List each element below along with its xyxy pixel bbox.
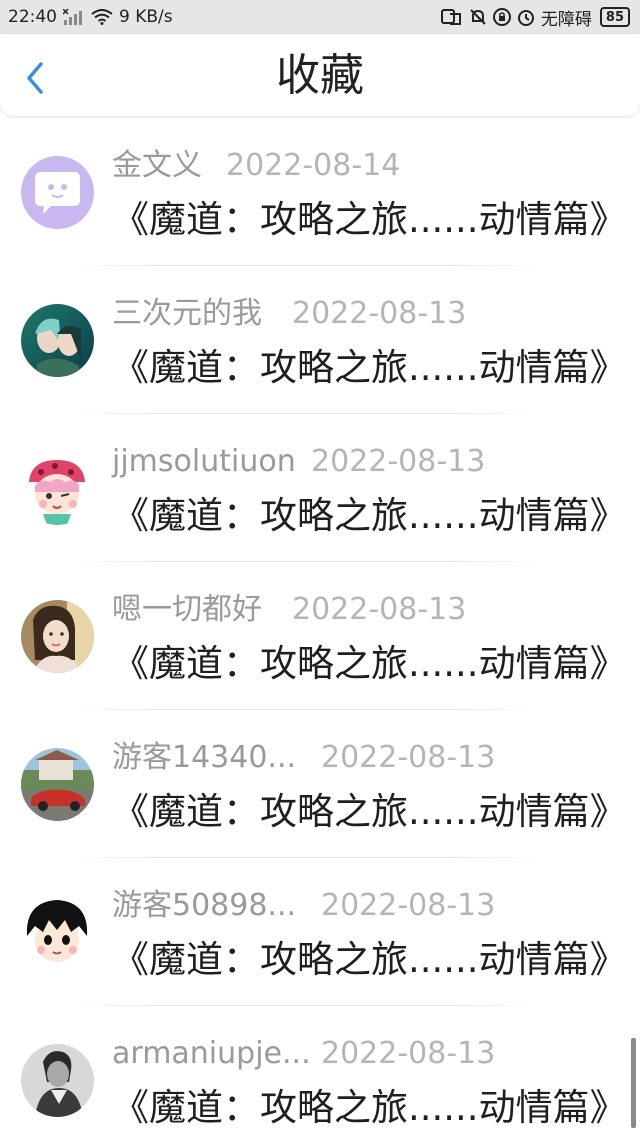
list-item[interactable]: 三次元的我 2022-08-13 《魔道：攻略之旅......动情篇》 — [0, 266, 640, 414]
network-speed: 9 KB/s — [119, 7, 173, 27]
wifi-icon — [91, 9, 113, 25]
item-title[interactable]: 《魔道：攻略之旅......动情篇》 — [112, 640, 627, 688]
cartoon-girl-avatar-icon — [21, 452, 94, 525]
date: 2022-08-14 — [226, 148, 401, 183]
username: 游客50898... — [112, 888, 297, 923]
avatar[interactable] — [21, 600, 94, 673]
default-chat-avatar-icon — [21, 156, 94, 229]
scrollbar[interactable] — [631, 1038, 636, 1128]
battery-icon: 85 — [599, 7, 630, 27]
page-title: 收藏 — [276, 50, 364, 101]
username: 嗯一切都好 — [112, 592, 262, 627]
username: 游客14340... — [112, 740, 297, 775]
battery-level: 85 — [605, 9, 624, 25]
bell-off-icon — [469, 8, 487, 26]
avatar[interactable] — [21, 748, 94, 821]
date: 2022-08-13 — [311, 444, 486, 479]
date: 2022-08-13 — [292, 296, 467, 331]
status-bar-right: 无障碍 85 — [440, 5, 630, 30]
list-item[interactable]: 游客50898... 2022-08-13 《魔道：攻略之旅......动情篇》 — [0, 858, 640, 1006]
avatar[interactable] — [21, 156, 94, 229]
anime-couple-avatar-icon — [21, 304, 94, 377]
cartoon-boy-avatar-icon — [21, 896, 94, 969]
item-meta: jjmsolutiuon 2022-08-13 — [112, 442, 485, 482]
date: 2022-08-13 — [321, 740, 496, 775]
accessibility-label: 无障碍 — [540, 9, 592, 30]
list-item[interactable]: 金文义 2022-08-14 《魔道：攻略之旅......动情篇》 — [0, 118, 640, 266]
item-title[interactable]: 《魔道：攻略之旅......动情篇》 — [112, 1084, 627, 1132]
item-title[interactable]: 《魔道：攻略之旅......动情篇》 — [112, 196, 627, 244]
item-title[interactable]: 《魔道：攻略之旅......动情篇》 — [112, 788, 627, 836]
lock-circle-icon — [492, 8, 511, 26]
date: 2022-08-13 — [321, 888, 496, 923]
bw-photo-avatar-icon — [21, 1044, 94, 1117]
status-time: 22:40 — [8, 7, 57, 27]
username: 三次元的我 — [112, 296, 262, 331]
item-meta: 游客14340... 2022-08-13 — [112, 738, 495, 778]
avatar[interactable] — [21, 896, 94, 969]
list-item[interactable]: armaniupje... 2022-08-13 《魔道：攻略之旅......动… — [0, 1006, 640, 1138]
item-title[interactable]: 《魔道：攻略之旅......动情篇》 — [112, 344, 627, 392]
date: 2022-08-13 — [292, 592, 467, 627]
username: armaniupje... — [112, 1036, 311, 1071]
photo-woman-avatar-icon — [21, 600, 94, 673]
favorites-list: 金文义 2022-08-14 《魔道：攻略之旅......动情篇》 三次元的我 … — [0, 118, 640, 1138]
list-item[interactable]: 游客14340... 2022-08-13 《魔道：攻略之旅......动情篇》 — [0, 710, 640, 858]
username: jjmsolutiuon — [112, 444, 296, 479]
item-title[interactable]: 《魔道：攻略之旅......动情篇》 — [112, 936, 627, 984]
item-meta: 金文义 2022-08-14 — [112, 146, 400, 186]
date: 2022-08-13 — [321, 1036, 496, 1071]
item-title[interactable]: 《魔道：攻略之旅......动情篇》 — [112, 492, 627, 540]
list-item[interactable]: 嗯一切都好 2022-08-13 《魔道：攻略之旅......动情篇》 — [0, 562, 640, 710]
item-meta: armaniupje... 2022-08-13 — [112, 1034, 495, 1074]
signal-icon — [63, 9, 85, 25]
car-photo-avatar-icon — [21, 748, 94, 821]
avatar[interactable] — [21, 452, 94, 525]
status-bar-left: 22:40 9 KB/s — [8, 7, 173, 27]
item-meta: 三次元的我 2022-08-13 — [112, 294, 466, 334]
list-item[interactable]: jjmsolutiuon 2022-08-13 《魔道：攻略之旅......动情… — [0, 414, 640, 562]
avatar[interactable] — [21, 1044, 94, 1117]
translate-icon — [440, 8, 463, 26]
status-bar: 22:40 9 KB/s 无障碍 85 — [0, 0, 640, 34]
header-bar: 收藏 — [0, 34, 640, 116]
avatar[interactable] — [21, 304, 94, 377]
alarm-icon — [517, 8, 535, 26]
username: 金文义 — [112, 148, 202, 183]
item-meta: 游客50898... 2022-08-13 — [112, 886, 495, 926]
item-meta: 嗯一切都好 2022-08-13 — [112, 590, 466, 630]
